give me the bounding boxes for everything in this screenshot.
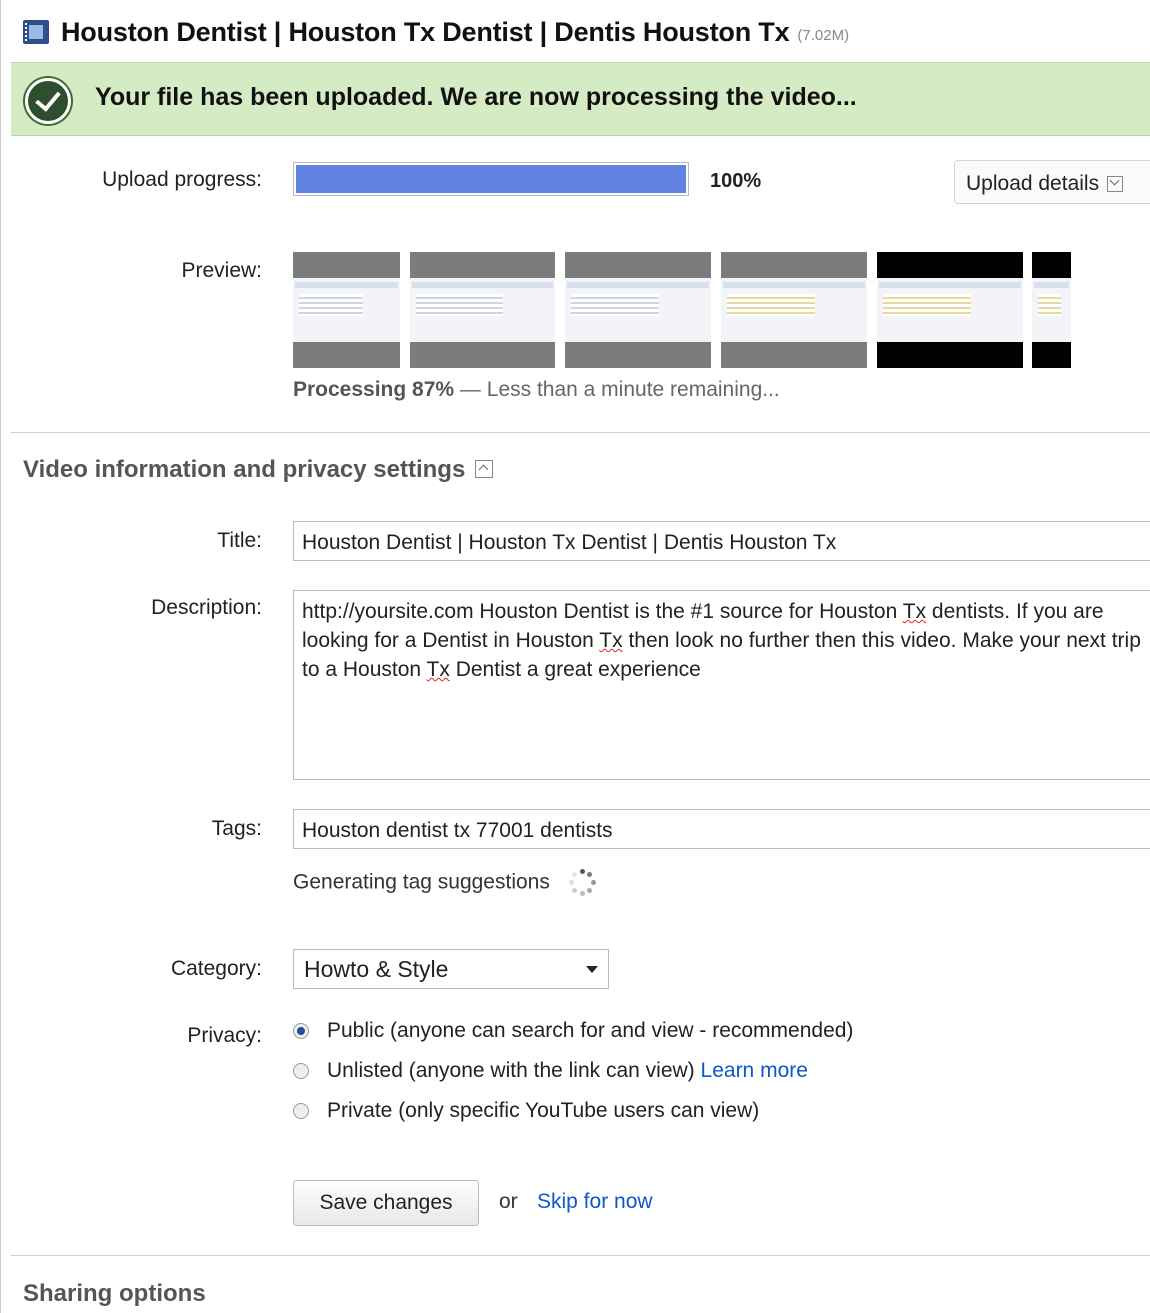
description-label: Description:	[151, 596, 262, 619]
preview-thumbnail	[721, 252, 867, 368]
chevron-up-icon	[475, 459, 494, 478]
film-icon	[23, 20, 49, 44]
check-icon	[25, 78, 71, 124]
tag-suggestions-status: Generating tag suggestions	[293, 868, 598, 898]
preview-label: Preview:	[181, 259, 262, 282]
preview-thumbnail	[565, 252, 711, 368]
preview-thumbnail	[877, 252, 1023, 368]
tags-label: Tags:	[211, 817, 262, 840]
privacy-option-unlisted[interactable]: Unlisted (anyone with the link can view)…	[293, 1059, 808, 1083]
upload-progress-bar	[293, 162, 689, 196]
privacy-option-label: Private (only specific YouTube users can…	[327, 1099, 760, 1122]
upload-details-label: Upload details	[966, 172, 1100, 195]
sharing-options-header[interactable]: Sharing options	[23, 1280, 206, 1308]
title-label: Title:	[217, 529, 262, 552]
video-header: Houston Dentist | Houston Tx Dentist | D…	[23, 12, 849, 52]
video-title: Houston Dentist | Houston Tx Dentist | D…	[61, 16, 790, 47]
privacy-option-label: Public (anyone can search for and view -…	[327, 1019, 854, 1042]
radio-button[interactable]	[293, 1023, 309, 1039]
processing-status: Processing 87% — Less than a minute rema…	[293, 378, 780, 402]
category-value: Howto & Style	[304, 956, 449, 982]
privacy-option-private[interactable]: Private (only specific YouTube users can…	[293, 1099, 759, 1123]
privacy-option-public[interactable]: Public (anyone can search for and view -…	[293, 1019, 853, 1043]
upload-page: Houston Dentist | Houston Tx Dentist | D…	[0, 0, 1150, 1313]
processing-percent: Processing 87%	[293, 378, 455, 401]
upload-progress-label: Upload progress:	[102, 168, 262, 191]
processing-remaining: — Less than a minute remaining...	[454, 378, 780, 401]
description-textarea[interactable]: http://yoursite.com Houston Dentist is t…	[293, 590, 1150, 780]
banner-message: Your file has been uploaded. We are now …	[95, 83, 857, 111]
save-changes-button[interactable]: Save changes	[293, 1180, 479, 1226]
preview-thumbnail	[410, 252, 555, 368]
file-size: (7.02M)	[797, 26, 850, 44]
privacy-option-label: Unlisted (anyone with the link can view)	[327, 1059, 695, 1082]
learn-more-link[interactable]: Learn more	[701, 1059, 808, 1083]
divider	[11, 1255, 1150, 1256]
loading-spinner-icon	[568, 868, 598, 898]
preview-thumbnail	[1032, 252, 1071, 368]
upload-success-banner: Your file has been uploaded. We are now …	[11, 62, 1150, 136]
upload-progress-percent: 100%	[710, 170, 762, 192]
tags-input[interactable]: Houston dentist tx 77001 dentists	[293, 809, 1150, 849]
video-info-section-header[interactable]: Video information and privacy settings	[23, 456, 494, 484]
divider	[11, 432, 1150, 433]
preview-thumbnail	[293, 252, 400, 368]
upload-progress-fill	[296, 165, 686, 193]
or-text: or	[499, 1190, 518, 1213]
category-select[interactable]: Howto & Style	[293, 949, 609, 989]
radio-button[interactable]	[293, 1103, 309, 1119]
skip-for-now-link[interactable]: Skip for now	[537, 1190, 653, 1214]
upload-details-button[interactable]: Upload details	[954, 160, 1150, 204]
dropdown-arrow-icon	[586, 966, 598, 973]
category-label: Category:	[170, 957, 262, 980]
section-title: Video information and privacy settings	[23, 456, 466, 483]
title-input[interactable]: Houston Dentist | Houston Tx Dentist | D…	[293, 521, 1150, 561]
tag-suggestions-text: Generating tag suggestions	[293, 870, 550, 894]
privacy-label: Privacy:	[187, 1024, 262, 1047]
chevron-down-icon	[1107, 176, 1124, 193]
radio-button[interactable]	[293, 1063, 309, 1079]
